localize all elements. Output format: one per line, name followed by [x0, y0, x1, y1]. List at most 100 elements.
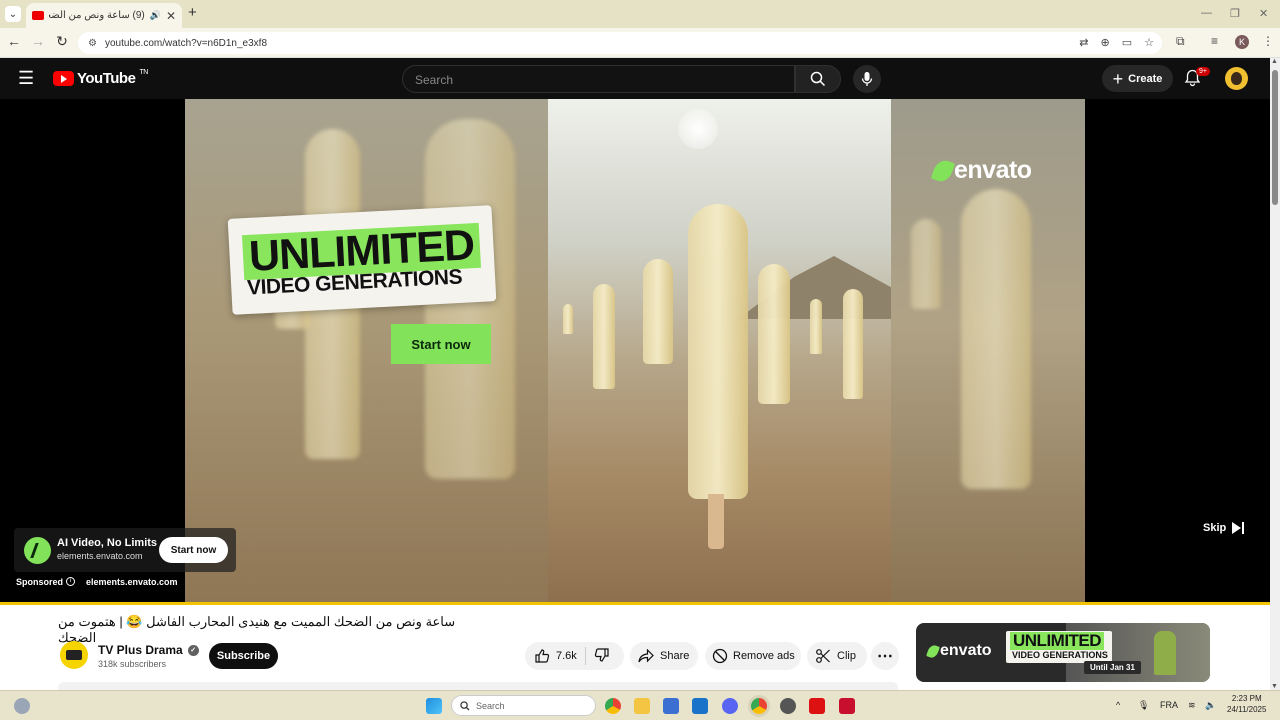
voice-search-button[interactable] [853, 65, 881, 93]
envato-elements-logo-icon [24, 537, 51, 564]
new-tab-button[interactable]: + [188, 5, 197, 20]
minimize-icon[interactable]: — [1201, 7, 1212, 19]
like-button[interactable]: 7.6k [534, 648, 577, 664]
reading-list-icon[interactable]: ≡ [1211, 34, 1218, 48]
create-label: Create [1128, 72, 1163, 85]
sponsored-domain-link[interactable]: elements.envato.com [86, 577, 178, 587]
site-info-icon[interactable]: ⚙ [88, 38, 97, 49]
microphone-icon [861, 72, 873, 86]
thumbs-down-icon [594, 647, 609, 662]
hydrant-image [1154, 631, 1176, 675]
scrollbar-thumb[interactable] [1272, 70, 1278, 205]
vivaldi-icon[interactable] [839, 698, 855, 714]
skip-icon [1232, 522, 1242, 534]
discord-icon[interactable] [722, 698, 738, 714]
windows-start-icon[interactable] [426, 698, 442, 714]
language-indicator[interactable]: FRA [1160, 700, 1178, 710]
cast-icon[interactable]: ▭ [1122, 36, 1132, 49]
companion-until-label: Until Jan 31 [1084, 661, 1141, 674]
browser-tab[interactable]: (9) ساعة ونص من الضحك ال 🔊 ✕ [26, 3, 182, 28]
tab-close-icon[interactable]: ✕ [166, 9, 176, 23]
thumbs-up-icon [535, 649, 550, 663]
tab-search-button[interactable]: ⌄ [5, 6, 21, 22]
youtube-logo[interactable]: YouTube TN [53, 69, 148, 87]
taskbar-search-input[interactable]: Search [451, 695, 596, 716]
share-icon [638, 649, 654, 663]
create-button[interactable]: + Create [1102, 65, 1173, 92]
ad-video-start-now-button[interactable]: Start now [391, 324, 491, 364]
weather-widget-icon[interactable] [14, 698, 30, 714]
remove-ads-button[interactable]: Remove ads [705, 642, 801, 670]
more-actions-button[interactable]: ⋯ [871, 642, 899, 670]
ad-start-now-button[interactable]: Start now [159, 537, 228, 563]
translate-icon[interactable]: ⇄ [1079, 36, 1088, 49]
sponsored-label: Sponsored [16, 577, 64, 587]
notification-badge: 9+ [1196, 67, 1210, 76]
youtube-play-icon [53, 71, 74, 86]
channel-name[interactable]: TV Plus Drama [98, 643, 183, 657]
logo-country: TN [139, 69, 148, 76]
search-icon [810, 71, 826, 87]
hamburger-menu-icon[interactable]: ☰ [18, 68, 34, 89]
remove-ads-label: Remove ads [733, 650, 795, 662]
forward-icon[interactable]: → [28, 33, 48, 49]
taskbar-search-placeholder: Search [476, 700, 505, 711]
volume-icon[interactable]: 🔈 [1205, 700, 1216, 711]
back-icon[interactable]: ← [4, 33, 24, 49]
subscribe-button[interactable]: Subscribe [209, 643, 278, 669]
browser-menu-icon[interactable]: ⋮ [1262, 34, 1274, 48]
ad-info-card[interactable]: AI Video, No Limits elements.envato.com … [14, 528, 236, 572]
channel-name-row[interactable]: TV Plus Drama ✓ [98, 643, 199, 657]
close-window-icon[interactable]: ✕ [1259, 7, 1268, 20]
share-button[interactable]: Share [630, 642, 698, 670]
envato-leaf-icon [926, 643, 940, 659]
scroll-down-icon[interactable]: ▼ [1271, 683, 1278, 690]
description-box-edge [58, 682, 898, 690]
channel-avatar[interactable] [60, 641, 88, 669]
bookmark-star-icon[interactable]: ☆ [1144, 36, 1154, 49]
chrome-active-icon[interactable] [751, 698, 767, 714]
skip-ad-button[interactable]: Skip [1203, 522, 1245, 534]
video-player[interactable]: UNLIMITED VIDEO GENERATIONS Start now en… [0, 99, 1270, 605]
browser-tab-bar: ⌄ (9) ساعة ونص من الضحك ال 🔊 ✕ + — ❐ ✕ [0, 0, 1280, 28]
mic-tray-icon[interactable]: 🎙 [1138, 700, 1149, 711]
companion-headline-1: UNLIMITED [1010, 632, 1105, 650]
scissors-icon [816, 649, 830, 663]
zoom-icon[interactable]: ⊕ [1101, 36, 1110, 49]
tray-overflow-icon[interactable]: ^ [1116, 700, 1120, 710]
page-scrollbar[interactable]: ▲ ▼ [1270, 58, 1280, 690]
search-icon [460, 700, 470, 711]
red-app-icon[interactable] [809, 698, 825, 714]
ad-info-icon[interactable]: i [66, 577, 75, 586]
reload-icon[interactable]: ↻ [52, 33, 72, 50]
speaker-icon[interactable]: 🔊 [150, 10, 161, 21]
file-explorer-icon[interactable] [634, 698, 650, 714]
outlook-icon[interactable] [692, 698, 708, 714]
video-title: ساعة ونص من الضحك المميت مع هنيدى المحار… [58, 614, 456, 645]
plus-icon: + [1112, 68, 1124, 89]
youtube-header: ☰ YouTube TN Search + Create 9+ [0, 58, 1270, 99]
app-icon[interactable] [780, 698, 796, 714]
companion-brand-text: envato [940, 642, 992, 659]
store-icon[interactable] [663, 698, 679, 714]
search-input[interactable]: Search [402, 65, 795, 93]
address-bar[interactable]: ⚙ youtube.com/watch?v=n6D1n_e3xf8 ⇄ ⊕ ▭ … [78, 32, 1162, 54]
dislike-button[interactable] [594, 647, 610, 666]
profile-avatar[interactable]: K [1235, 35, 1249, 49]
no-ads-icon [712, 648, 728, 664]
verified-check-icon: ✓ [187, 644, 199, 656]
clip-button[interactable]: Clip [807, 642, 867, 670]
ad-progress-bar[interactable] [0, 602, 1270, 605]
user-avatar[interactable] [1225, 67, 1248, 90]
companion-ad-banner[interactable]: envato UNLIMITED VIDEO GENERATIONS Until… [916, 623, 1210, 682]
ad-video-left-panel [185, 99, 548, 602]
search-button[interactable] [795, 65, 841, 93]
clock[interactable]: 2:23 PM 24/11/2025 [1227, 693, 1266, 715]
restore-icon[interactable]: ❐ [1230, 7, 1240, 20]
ad-card-title: AI Video, No Limits [57, 537, 158, 549]
address-text: youtube.com/watch?v=n6D1n_e3xf8 [104, 37, 268, 49]
chrome-icon[interactable] [605, 698, 621, 714]
wifi-icon[interactable]: ≋ [1188, 700, 1196, 711]
extensions-icon[interactable]: ⧉ [1176, 34, 1185, 49]
scroll-up-icon[interactable]: ▲ [1271, 58, 1278, 65]
